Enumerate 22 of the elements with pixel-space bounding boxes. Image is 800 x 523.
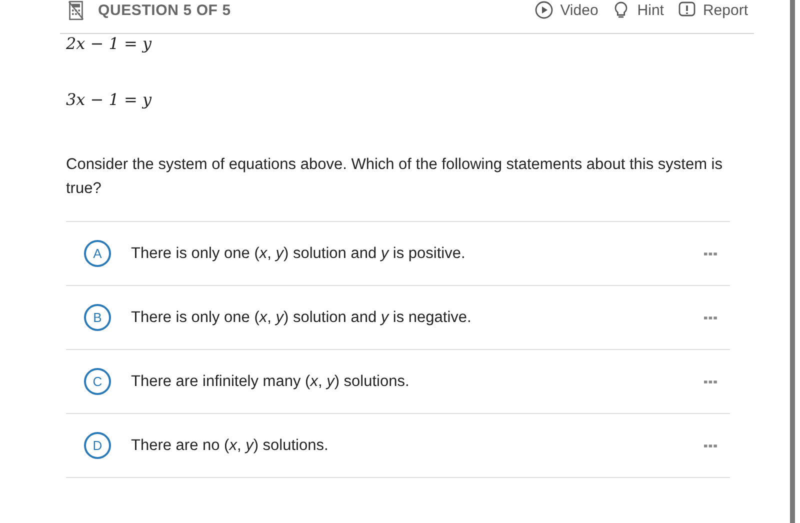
choice-text[interactable]: There is only one (x, y) solution and y is negative.: [131, 308, 704, 326]
equation: 2x − 1 = y: [66, 34, 153, 54]
question-text: Consider the system of equations above. Which of the following statements about this system is true?: [66, 155, 724, 199]
choice-letter[interactable]: D: [84, 432, 111, 459]
equation: 3x − 1 = y: [66, 90, 153, 110]
exclamation-icon: [678, 1, 696, 19]
more-icon[interactable]: [704, 444, 717, 448]
question-counter: QUESTION 5 OF 5: [98, 2, 231, 18]
choice-text[interactable]: There are no (x, y) solutions.: [131, 436, 704, 454]
more-icon[interactable]: [704, 380, 717, 384]
video-button[interactable]: Video: [535, 1, 598, 19]
choice-letter[interactable]: C: [84, 368, 111, 395]
play-icon: [535, 1, 554, 19]
choice-letter[interactable]: B: [84, 304, 111, 331]
report-button[interactable]: Report: [678, 1, 748, 19]
more-icon[interactable]: [704, 252, 717, 256]
choice-text[interactable]: There is only one (x, y) solution and y is positive.: [131, 244, 704, 262]
scrollbar[interactable]: [790, 0, 795, 523]
choice-letter[interactable]: A: [84, 240, 111, 267]
choice-text[interactable]: There are infinitely many (x, y) solutions.: [131, 372, 704, 390]
more-icon[interactable]: [704, 316, 717, 320]
hint-button[interactable]: Hint: [612, 1, 664, 19]
